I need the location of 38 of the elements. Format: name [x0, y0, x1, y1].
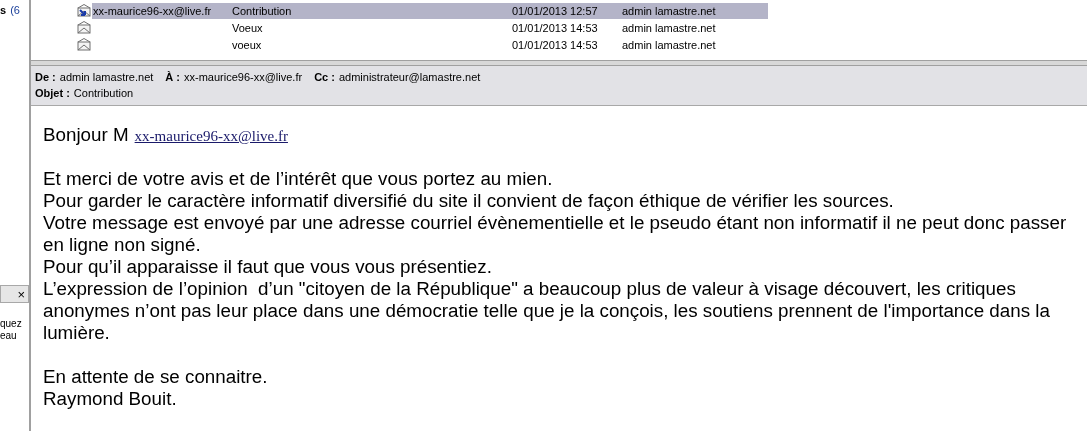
close-button[interactable]: ×	[17, 286, 25, 302]
panel-text: quez	[0, 318, 23, 329]
recipient-cell: admin lamastre.net	[622, 38, 716, 51]
field-value: xx-maurice96-xx@live.fr	[184, 70, 303, 85]
closing-line: En attente de se connaitre.	[43, 366, 269, 388]
greeting-text: Bonjour M	[43, 124, 129, 146]
field-label: À :	[165, 70, 180, 85]
field-label: Objet :	[35, 86, 70, 101]
closing-line: Raymond Bouit.	[43, 388, 178, 410]
replied-envelope-icon	[77, 4, 91, 17]
message-paragraph: Pour garder le caractère informatif diversifié du site il convient de façon éthique de vérifier les sources.	[43, 190, 895, 212]
email-link[interactable]: xx-maurice96-xx@live.fr	[134, 125, 288, 147]
message-row[interactable]: xx-maurice96-xx@live.fr Contribution 01/01/2013 12:57 admin lamastre.net	[92, 2, 768, 19]
field-value: administrateur@lamastre.net	[338, 70, 481, 85]
recipient-cell: admin lamastre.net	[622, 21, 716, 34]
unread-count: (6	[10, 4, 20, 16]
field-label: Cc :	[314, 70, 335, 85]
date-cell-text: 01/01/2013 14:53	[512, 38, 599, 51]
date-cell-text: 01/01/2013 14:53	[512, 21, 599, 34]
message-paragraph: Pour qu’il apparaisse il faut que vous vous présentiez.	[43, 256, 493, 278]
subject-cell-text: Voeux	[232, 21, 264, 34]
panel-text: eau	[0, 330, 18, 341]
subject-cell-text: voeux	[232, 38, 263, 51]
recipient-cell: admin lamastre.net	[622, 4, 716, 17]
folder-label: s	[0, 4, 7, 16]
date-cell-text: 01/01/2013 12:57	[512, 4, 599, 17]
field-value: admin lamastre.net	[59, 70, 154, 85]
subject-cell-text: Contribution	[232, 4, 293, 17]
message-paragraph: Et merci de votre avis et de l’intérêt que vous portez au mien.	[43, 168, 554, 190]
sender-cell: xx-maurice96-xx@live.fr	[93, 4, 212, 17]
message-paragraph: L’expression de l’opinion d’un "citoyen de la République" a beaucoup plus de valeur à visage découvert, les critiques anonymes n’ont pas leur place dans une démocratie telle que je la conçois, les soutiens prennent de l'importance dans la lumière.	[43, 278, 1051, 344]
envelope-icon	[77, 38, 91, 51]
field-value: Contribution	[73, 86, 134, 101]
message-row[interactable]: Voeux 01/01/2013 14:53 admin lamastre.net	[92, 19, 768, 36]
message-row[interactable]: voeux 01/01/2013 14:53 admin lamastre.net	[92, 36, 768, 53]
message-paragraph: Votre message est envoyé par une adresse courriel évènementielle et le pseudo étant non informatif il ne peut donc passer en ligne non signé.	[43, 212, 1068, 256]
field-label: De :	[35, 70, 56, 85]
envelope-icon	[77, 21, 91, 34]
